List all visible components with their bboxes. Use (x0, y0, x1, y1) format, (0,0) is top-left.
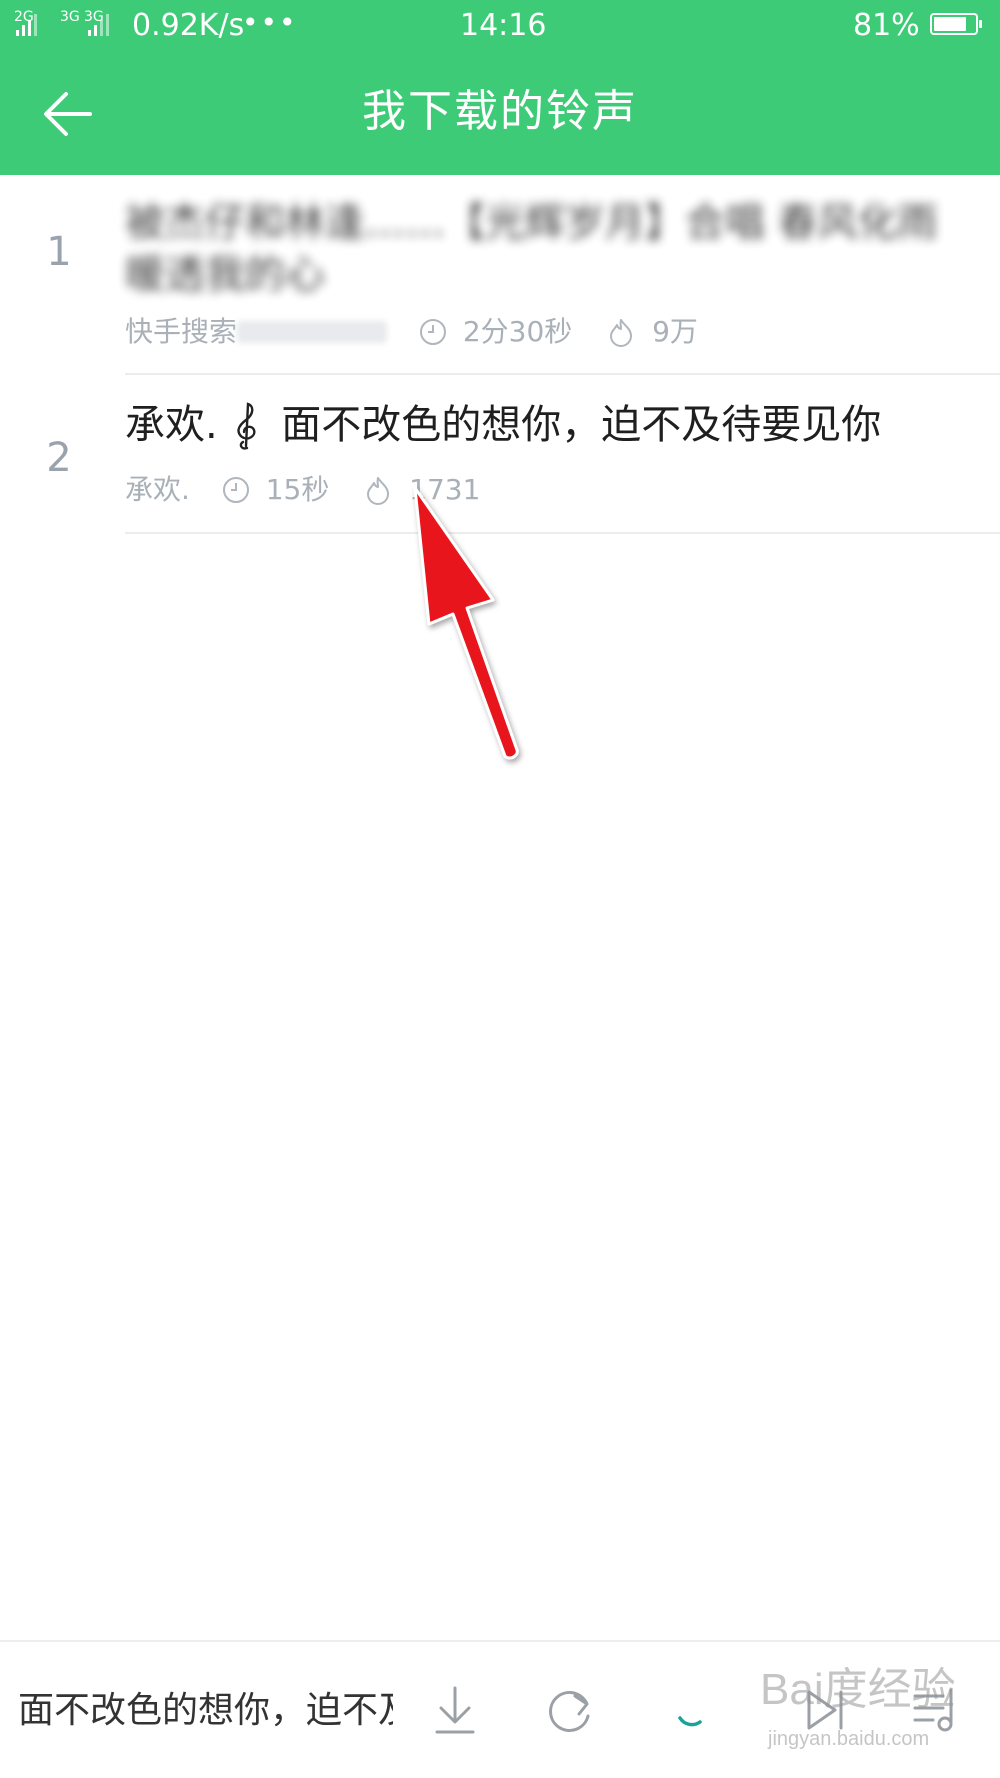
item-duration: 15秒 (265, 473, 330, 506)
network-speed: 0.92K/s (132, 8, 245, 43)
playlist-button[interactable] (905, 1678, 969, 1742)
flame-icon (610, 319, 633, 347)
app-bar: 我下载的铃声 (0, 52, 1000, 175)
clock: 14:16 (460, 8, 547, 43)
repeat-icon (549, 1691, 590, 1732)
list-item[interactable]: 2 承欢. 面不改色的想你，迫不及待要见你 承欢. 15秒 1731 (0, 375, 1000, 535)
clock-icon (419, 319, 446, 345)
more-notifications-icon: ••• (242, 6, 298, 39)
blurred-source-detail (237, 321, 388, 343)
item-duration: 2分30秒 (462, 315, 573, 348)
status-bar: 2G 3G 3G 0.92K/s ••• 14:16 81% (0, 0, 1000, 52)
signal-icon (88, 14, 110, 36)
download-button[interactable] (423, 1678, 487, 1742)
item-plays: 1731 (409, 473, 481, 506)
list-item[interactable]: 1 被杰仔和林逢……【光辉岁月】合唱 春风化雨暖透我的心 快手搜索 2分30秒 … (0, 175, 1000, 375)
download-icon (435, 1686, 475, 1734)
battery-icon (930, 13, 982, 35)
clock-icon (222, 477, 249, 503)
next-icon (807, 1690, 843, 1730)
item-index: 2 (46, 435, 72, 481)
mini-player: 面不改色的想你，迫不及待要见你 Bai度经验 jingyan.baidu.com (0, 1640, 1000, 1778)
divider (125, 532, 1000, 534)
item-title: 被杰仔和林逢……【光辉岁月】合唱 春风化雨暖透我的心 (125, 200, 938, 298)
item-meta: 承欢. 15秒 1731 (125, 471, 976, 508)
item-index: 1 (46, 229, 72, 275)
playlist-icon (913, 1688, 953, 1732)
signal-icon (16, 14, 38, 36)
treble-clef-icon (237, 402, 256, 450)
play-loading-button[interactable] (660, 1678, 724, 1742)
next-button[interactable] (795, 1678, 859, 1742)
flame-icon (367, 477, 390, 505)
sim2-type: 3G (60, 9, 80, 25)
repeat-button[interactable] (537, 1678, 601, 1742)
item-meta: 快手搜索 2分30秒 9万 (125, 313, 976, 350)
item-source: 承欢. (125, 473, 190, 506)
now-playing-title[interactable]: 面不改色的想你，迫不及待要见你 (18, 1686, 393, 1736)
item-plays: 9万 (652, 315, 698, 348)
item-source: 快手搜索 (125, 315, 238, 348)
loading-icon (678, 1716, 702, 1727)
page-title: 我下载的铃声 (362, 86, 638, 137)
battery-percent: 81% (853, 8, 920, 43)
